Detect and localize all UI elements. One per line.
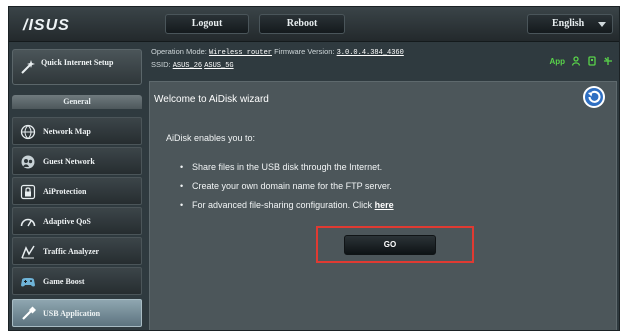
- wand-icon: [21, 60, 35, 74]
- list-item: • Create your own domain name for the FTP…: [180, 181, 392, 191]
- general-section-header: General: [12, 95, 142, 109]
- sidebar-item-label: Game Boost: [43, 277, 85, 286]
- reboot-button[interactable]: Reboot: [259, 14, 345, 34]
- sidebar-item-guest-network[interactable]: Guest Network: [12, 147, 142, 175]
- network-status-icon[interactable]: [603, 56, 613, 66]
- sidebar-item-label: Guest Network: [43, 157, 95, 166]
- gauge-icon: [20, 218, 36, 227]
- quick-internet-setup-label: Quick Internet Setup: [41, 58, 114, 67]
- ssid-info: SSID: ASUS_26 ASUS_5G: [151, 60, 234, 70]
- firmware-link[interactable]: 3.0.0.4.384_4360: [337, 49, 404, 57]
- lock-icon: [20, 184, 36, 200]
- status-info-bar: Operation Mode: Wireless router Firmware…: [149, 43, 619, 79]
- go-highlight-box: GO: [316, 226, 474, 263]
- list-item-text: Share files in the USB disk through the …: [192, 162, 383, 172]
- sidebar-item-label: Adaptive QoS: [43, 217, 91, 226]
- feature-list: • Share files in the USB disk through the…: [180, 162, 394, 219]
- list-item: • For advanced file-sharing configuration…: [180, 200, 394, 210]
- sidebar-item-game-boost[interactable]: Game Boost: [12, 267, 142, 295]
- usb-icon: [22, 306, 36, 320]
- operation-mode-label: Operation Mode:: [151, 47, 207, 56]
- traffic-analyzer-icon: [21, 245, 35, 259]
- user-icon[interactable]: [571, 56, 581, 66]
- firmware-label: Firmware Version:: [274, 47, 335, 56]
- app-link[interactable]: App: [549, 57, 565, 66]
- ssid-link-5g[interactable]: ASUS_5G: [204, 62, 233, 70]
- intro-text: AiDisk enables you to:: [166, 133, 256, 143]
- sidebar-item-label: Traffic Analyzer: [43, 247, 100, 256]
- page-title: Welcome to AiDisk wizard: [154, 94, 269, 105]
- sidebar-item-label: Network Map: [43, 127, 91, 136]
- list-item-text: Create your own domain name for the FTP …: [192, 181, 392, 191]
- language-value: English: [552, 18, 585, 29]
- language-select[interactable]: English: [527, 14, 613, 34]
- operation-mode-link[interactable]: Wireless router: [209, 49, 272, 57]
- chevron-down-icon: [598, 22, 606, 27]
- ssid-link-2g[interactable]: ASUS_26: [173, 62, 202, 70]
- guest-network-icon: [21, 155, 35, 169]
- globe-icon: [20, 124, 36, 140]
- gamepad-icon: [21, 278, 35, 287]
- usb-status-icon[interactable]: [587, 56, 597, 66]
- quick-internet-setup-button[interactable]: Quick Internet Setup: [12, 49, 142, 85]
- status-icons: App: [549, 56, 613, 66]
- sidebar-item-aiprotection[interactable]: AiProtection: [12, 177, 142, 205]
- back-icon[interactable]: [582, 85, 606, 109]
- list-item-text: For advanced file-sharing configuration.…: [192, 200, 375, 210]
- aidisk-wizard-panel: Welcome to AiDisk wizard AiDisk enables …: [149, 81, 617, 330]
- here-link[interactable]: here: [375, 200, 394, 210]
- top-bar: /ISUS Logout Reboot English: [9, 7, 619, 42]
- sidebar: Quick Internet Setup General Network Map…: [9, 43, 147, 330]
- go-button[interactable]: GO: [344, 235, 436, 255]
- ssid-label: SSID:: [151, 60, 171, 69]
- sidebar-item-label: USB Application: [43, 309, 101, 318]
- list-item: • Share files in the USB disk through the…: [180, 162, 383, 172]
- sidebar-item-network-map[interactable]: Network Map: [12, 117, 142, 145]
- logout-button[interactable]: Logout: [165, 14, 249, 34]
- operation-info: Operation Mode: Wireless router Firmware…: [151, 47, 404, 57]
- sidebar-item-traffic-analyzer[interactable]: Traffic Analyzer: [12, 237, 142, 265]
- sidebar-item-usb-application[interactable]: USB Application: [12, 299, 142, 327]
- sidebar-item-adaptive-qos[interactable]: Adaptive QoS: [12, 207, 142, 235]
- asus-logo: /ISUS: [23, 17, 70, 34]
- router-admin-window: /ISUS Logout Reboot English Operation Mo…: [8, 6, 620, 331]
- sidebar-item-label: AiProtection: [43, 187, 87, 196]
